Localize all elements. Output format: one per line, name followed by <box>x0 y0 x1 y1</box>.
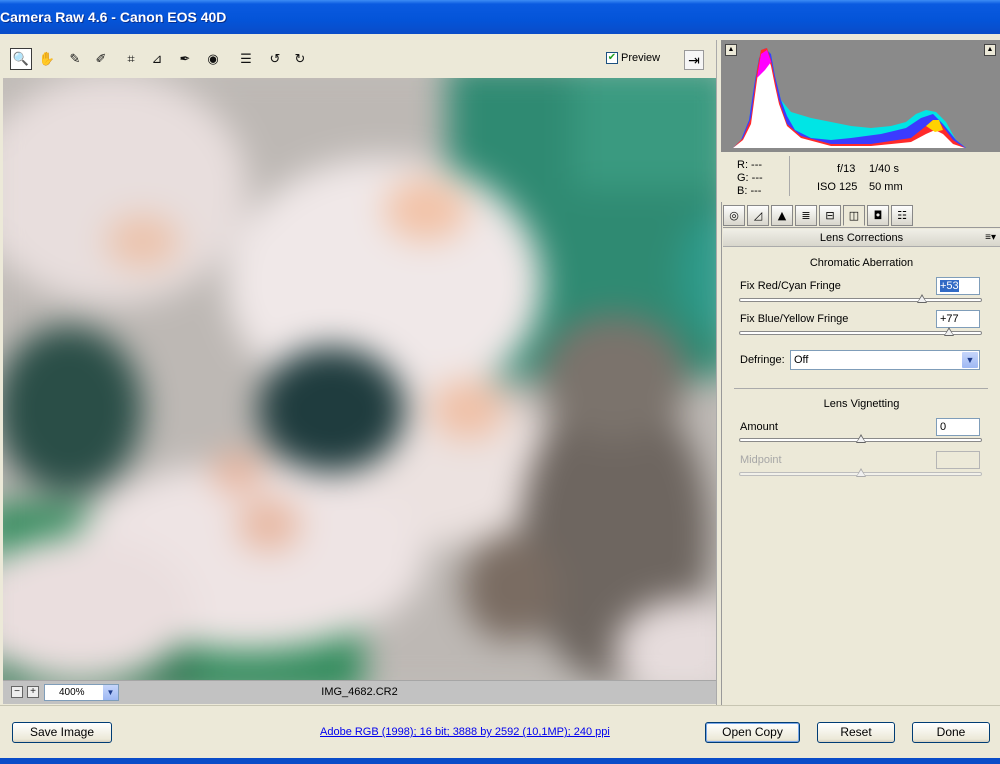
defringe-label: Defringe: <box>740 354 785 366</box>
rgb-readout: R: --- G: --- B: --- <box>737 159 763 198</box>
tab-presets[interactable]: ☷ <box>891 205 913 226</box>
focal-length-value: 50 mm <box>869 181 903 193</box>
rotate-right-tool-icon[interactable]: ↻ <box>290 49 310 69</box>
status-bar: − + 400% ▼ IMG_4682.CR2 <box>3 680 716 704</box>
crop-tool-crop-icon[interactable]: ⌗ <box>121 49 141 69</box>
tab-basic[interactable]: ◎ <box>723 205 745 226</box>
vignetting-amount-slider[interactable] <box>739 434 982 443</box>
chromatic-aberration-heading: Chromatic Aberration <box>809 257 914 269</box>
preview-toggle[interactable]: ✔ Preview <box>606 52 660 64</box>
midpoint-label: Midpoint <box>740 454 782 466</box>
chevron-down-icon: ▼ <box>962 352 978 368</box>
image-preview[interactable] <box>3 78 716 680</box>
red-cyan-label: Fix Red/Cyan Fringe <box>740 280 841 292</box>
window-title: Camera Raw 4.6 - Canon EOS 40D <box>0 0 1000 34</box>
color-sampler-icon: ✐ <box>95 51 107 67</box>
blue-readout: B: --- <box>737 185 762 197</box>
histogram-graph <box>733 48 966 148</box>
green-readout: G: --- <box>737 172 763 184</box>
eyedropper-icon: ✎ <box>69 51 81 67</box>
panel-title: Lens Corrections ≡▾ <box>723 229 1000 247</box>
window-bottom-border <box>0 758 1000 764</box>
triangle-icon: ▲ <box>777 209 787 222</box>
blue-yellow-value-field[interactable]: +77 <box>936 310 980 328</box>
tab-split-toning[interactable]: ⊟ <box>819 205 841 226</box>
tab-detail[interactable]: ▲ <box>771 205 793 226</box>
magnifier-icon: 🔍 <box>12 51 30 67</box>
preferences-tool-list-icon[interactable]: ☰ <box>236 49 256 69</box>
crop-icon: ⌗ <box>127 51 135 67</box>
straighten-tool-icon[interactable]: ⊿ <box>147 49 167 69</box>
preview-label: Preview <box>621 52 661 64</box>
sliders-icon: ☷ <box>897 209 907 222</box>
lens-icon: ◫ <box>848 209 860 222</box>
fullscreen-icon: ⇥ <box>688 51 700 68</box>
straighten-icon: ⊿ <box>151 51 163 67</box>
tab-tone-curve[interactable]: ◿ <box>747 205 769 226</box>
file-name: IMG_4682.CR2 <box>321 686 398 698</box>
hand-tool-hand-icon[interactable]: ✋ <box>37 49 57 69</box>
red-cyan-value-field[interactable]: +53 <box>936 277 980 295</box>
reset-button[interactable]: Reset <box>817 722 895 743</box>
aperture-icon: ◎ <box>729 209 739 222</box>
histogram: ▲ ▲ <box>721 40 1000 152</box>
red-eye-tool-eye-icon[interactable]: ◉ <box>203 49 223 69</box>
tab-hsl[interactable]: ≣ <box>795 205 817 226</box>
rotate-cw-icon: ↻ <box>294 51 306 67</box>
fullscreen-button[interactable]: ⇥ <box>684 50 704 70</box>
panel-menu-icon[interactable]: ≡▾ <box>985 229 996 247</box>
red-cyan-slider-thumb[interactable] <box>916 294 927 303</box>
tab-lens-corrections[interactable]: ◫ <box>843 205 865 226</box>
done-button[interactable]: Done <box>912 722 990 743</box>
defringe-select[interactable]: Off ▼ <box>790 350 980 370</box>
shutter-value: 1/40 s <box>869 163 899 175</box>
retouch-tool-brush-icon[interactable]: ✒ <box>175 49 195 69</box>
vignetting-amount-label: Amount <box>740 421 778 433</box>
save-image-button[interactable]: Save Image <box>12 722 112 743</box>
bars-icon: ≣ <box>801 209 811 222</box>
vignetting-amount-field[interactable]: 0 <box>936 418 980 436</box>
midpoint-slider-thumb <box>855 468 866 477</box>
camera-icon: ◘ <box>873 209 883 222</box>
blue-yellow-value: +77 <box>940 313 959 325</box>
zoom-tool-magnifier-icon[interactable]: 🔍 <box>10 48 32 70</box>
aperture-value: f/13 <box>837 163 856 175</box>
curve-icon: ◿ <box>753 209 763 222</box>
defringe-value: Off <box>794 354 809 366</box>
list-icon: ☰ <box>240 51 252 67</box>
split-icon: ⊟ <box>825 209 835 222</box>
blue-yellow-label: Fix Blue/Yellow Fringe <box>740 313 849 325</box>
midpoint-field <box>936 451 980 469</box>
workflow-options-link[interactable]: Adobe RGB (1998); 16 bit; 3888 by 2592 (… <box>320 726 610 738</box>
photo-preview <box>3 78 716 680</box>
lens-vignetting-heading: Lens Vignetting <box>823 398 900 410</box>
section-divider <box>734 388 988 389</box>
brush-icon: ✒ <box>179 51 191 67</box>
blue-yellow-slider[interactable] <box>739 327 982 336</box>
white-balance-tool-eyedropper-icon[interactable]: ✎ <box>65 49 85 69</box>
red-readout: R: --- <box>737 159 763 171</box>
midpoint-slider <box>739 468 982 477</box>
red-cyan-value: +53 <box>940 280 959 292</box>
hand-icon: ✋ <box>38 51 56 67</box>
info-separator <box>789 156 790 196</box>
vignetting-amount-slider-thumb[interactable] <box>855 434 866 443</box>
vignetting-amount-value: 0 <box>940 421 947 433</box>
open-copy-button[interactable]: Open Copy <box>705 722 800 743</box>
color-sampler-tool-icon[interactable]: ✐ <box>91 49 111 69</box>
iso-value: ISO 125 <box>817 181 858 193</box>
rotate-ccw-icon: ↺ <box>269 51 281 67</box>
panel-title-text: Lens Corrections <box>819 232 904 244</box>
blue-yellow-slider-thumb[interactable] <box>944 327 955 336</box>
eye-icon: ◉ <box>207 51 219 67</box>
preview-checkbox[interactable]: ✔ <box>606 52 618 64</box>
tab-camera-calibration[interactable]: ◘ <box>867 205 889 226</box>
red-cyan-slider[interactable] <box>739 294 982 303</box>
rotate-left-tool-icon[interactable]: ↺ <box>265 49 285 69</box>
panel-tabs: ◎ ◿ ▲ ≣ ⊟ ◫ ◘ ☷ <box>723 204 1000 228</box>
image-info: R: --- G: --- B: --- f/13 1/40 s ISO 125… <box>721 152 1000 202</box>
